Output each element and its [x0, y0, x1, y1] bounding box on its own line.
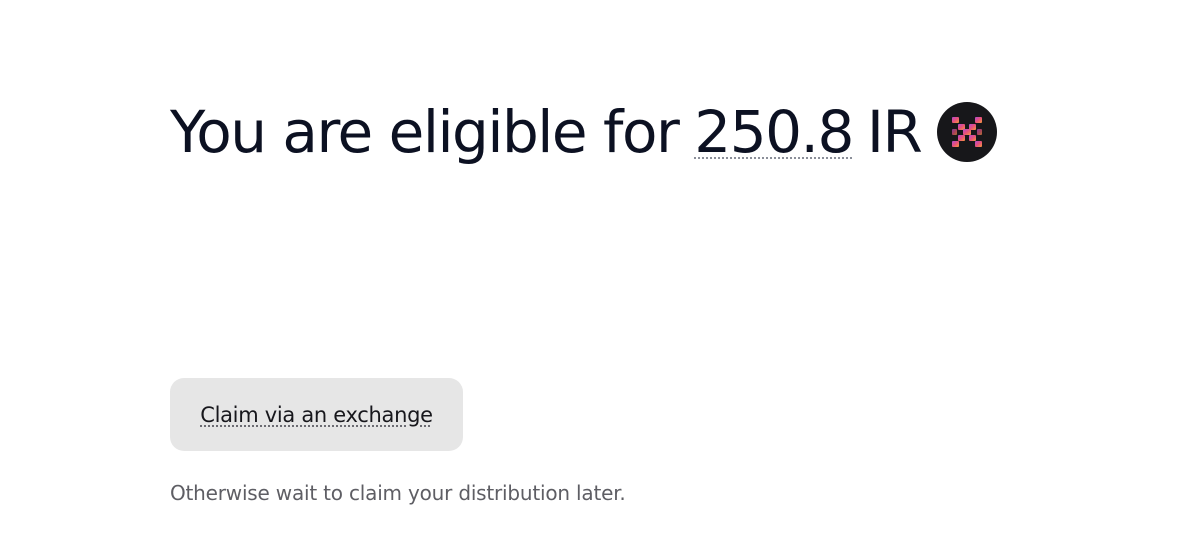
claim-later-note: Otherwise wait to claim your distributio… [170, 481, 626, 505]
eligibility-headline: You are eligible for 250.8 IR [170, 92, 998, 172]
claim-via-exchange-button[interactable]: Claim via an exchange [170, 378, 463, 451]
token-logo-icon [937, 102, 998, 162]
eligible-amount[interactable]: 250.8 [694, 98, 854, 166]
headline-prefix: You are eligible for [170, 98, 680, 166]
token-symbol: IR [866, 98, 923, 166]
claim-button-label: Claim via an exchange [200, 402, 433, 427]
